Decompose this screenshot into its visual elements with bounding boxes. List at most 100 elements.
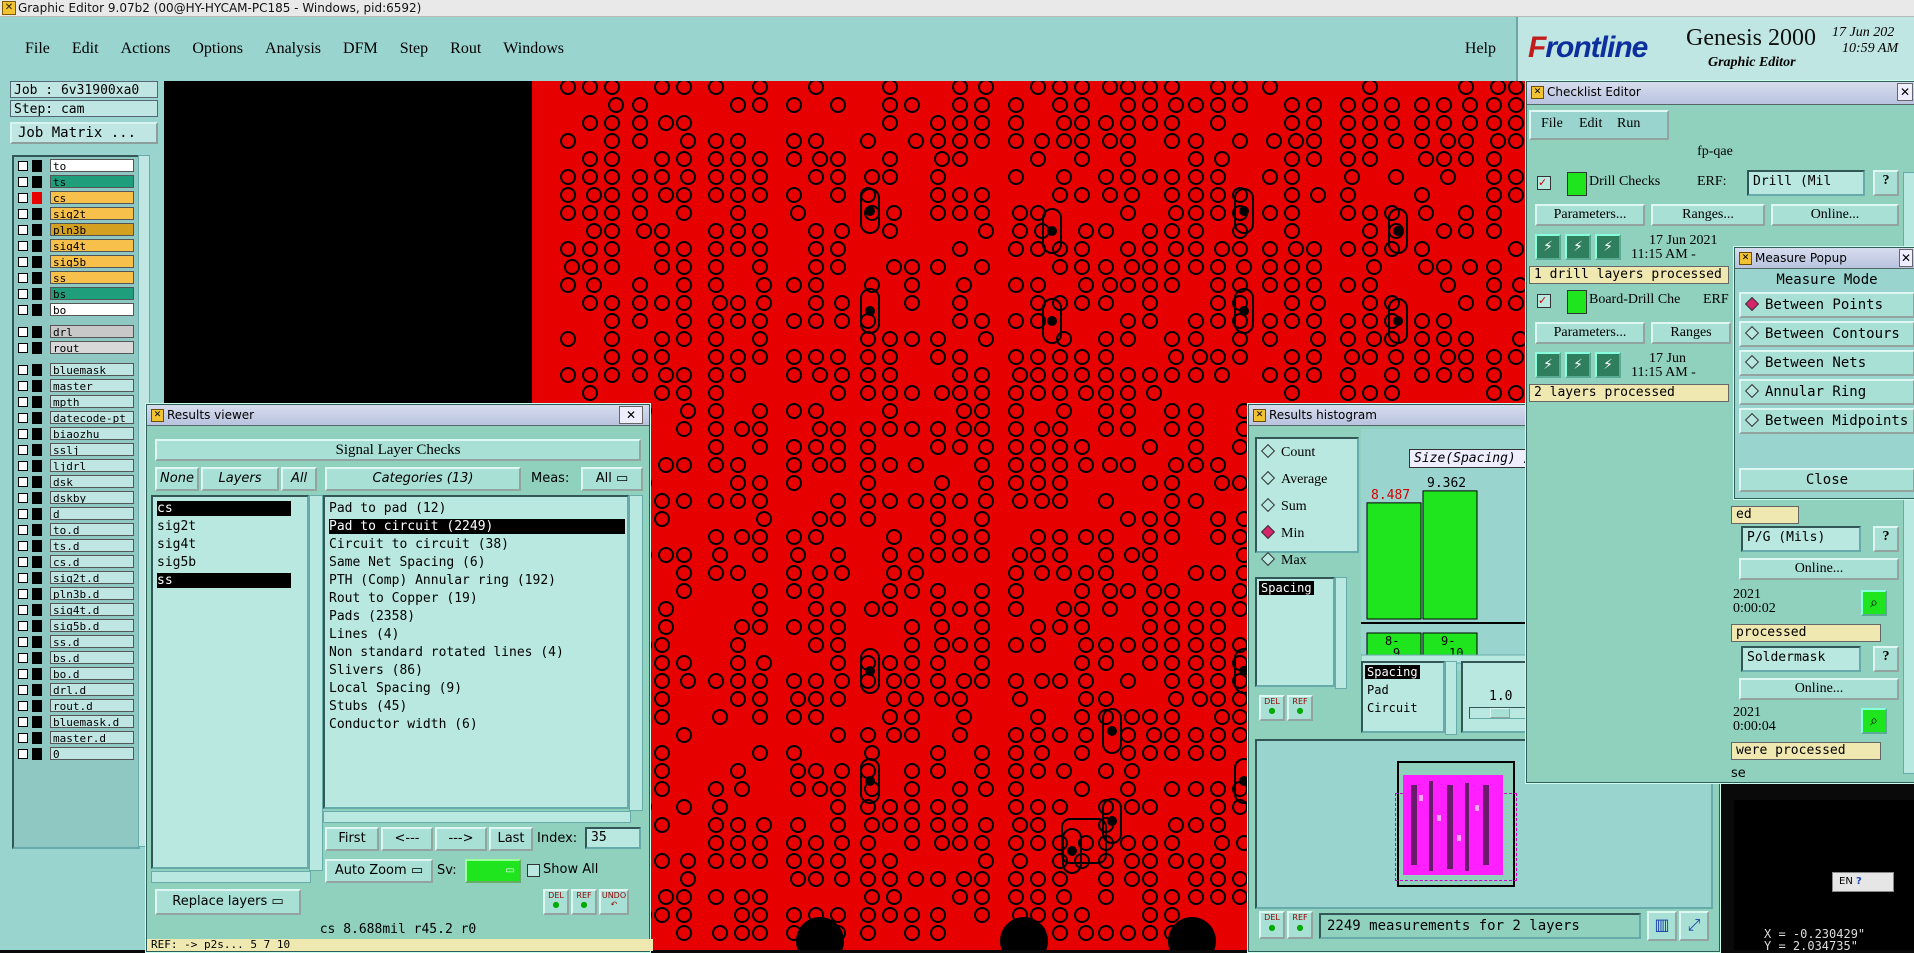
layer-row-0[interactable]: 0 xyxy=(14,747,134,761)
first-button[interactable]: First xyxy=(325,827,379,851)
job-matrix-button[interactable]: Job Matrix ... xyxy=(10,122,158,144)
board-drill-parameters-button[interactable]: Parameters... xyxy=(1535,322,1645,344)
layer-row-drl.d[interactable]: drl.d xyxy=(14,683,134,697)
category-item[interactable]: Rout to Copper (19) xyxy=(329,591,478,606)
layer-color-swatch[interactable] xyxy=(32,412,42,424)
layer-row-sig2t[interactable]: sig2t xyxy=(14,207,134,221)
measure-close-button[interactable]: Close xyxy=(1739,468,1914,492)
menu-help[interactable]: Help xyxy=(1465,17,1496,81)
menu-dfm[interactable]: DFM xyxy=(332,40,389,58)
layer-checkbox[interactable] xyxy=(18,257,28,267)
layer-checkbox[interactable] xyxy=(18,397,28,407)
result-layer-item[interactable]: cs xyxy=(157,501,291,516)
layer-row-sslj[interactable]: sslj xyxy=(14,443,134,457)
layer-row-ss[interactable]: ss xyxy=(14,271,134,285)
category-item[interactable]: Pad to circuit (2249) xyxy=(329,519,625,534)
layer-row-cs[interactable]: cs xyxy=(14,191,134,205)
mode-between-nets[interactable]: Between Nets xyxy=(1739,350,1914,376)
category-item[interactable]: Stubs (45) xyxy=(329,699,407,714)
layers-button[interactable]: Layers xyxy=(201,467,279,491)
layer-name[interactable]: bo.d xyxy=(50,667,134,680)
mode-annular-ring[interactable]: Annular Ring xyxy=(1739,379,1914,405)
attr-scrollbar[interactable] xyxy=(1335,577,1347,689)
categories-button[interactable]: Categories (13) xyxy=(325,467,521,491)
layer-color-swatch[interactable] xyxy=(32,524,42,536)
run-step-icon[interactable]: ⚡ xyxy=(1565,234,1591,260)
hist-del-button[interactable]: DEL ● xyxy=(1259,695,1285,721)
layer-checkbox[interactable] xyxy=(18,717,28,727)
del-button[interactable]: DEL ● xyxy=(543,889,569,915)
layer-color-swatch[interactable] xyxy=(32,508,42,520)
attr2-scrollbar[interactable] xyxy=(1445,661,1457,735)
layer-name[interactable]: sig2t xyxy=(50,207,134,220)
histogram-bar[interactable] xyxy=(1366,502,1422,620)
layer-row-sig2t.d[interactable]: sig2t.d xyxy=(14,571,134,585)
layer-row-rout[interactable]: rout xyxy=(14,341,134,355)
layer-checkbox[interactable] xyxy=(18,305,28,315)
histogram-zoom-icon-button[interactable]: ⤢ xyxy=(1679,911,1709,941)
layer-name[interactable]: pln3b.d xyxy=(50,587,134,600)
layer-color-swatch[interactable] xyxy=(32,668,42,680)
layer-color-swatch[interactable] xyxy=(32,256,42,268)
result-layer-item[interactable]: sig2t xyxy=(157,519,291,534)
drill-parameters-button[interactable]: Parameters... xyxy=(1535,204,1645,226)
layer-color-swatch[interactable] xyxy=(32,588,42,600)
layer-checkbox[interactable] xyxy=(18,605,28,615)
layer-color-swatch[interactable] xyxy=(32,224,42,236)
attr-spacing[interactable]: Spacing xyxy=(1259,581,1314,595)
layer-name[interactable]: ss xyxy=(50,271,134,284)
layer-name[interactable]: to.d xyxy=(50,523,134,536)
prev-button[interactable]: <--- xyxy=(381,827,433,851)
layer-color-swatch[interactable] xyxy=(32,272,42,284)
layer-color-swatch[interactable] xyxy=(32,160,42,172)
run-step-icon[interactable]: ⚡ xyxy=(1565,352,1591,378)
resolution-slider-handle[interactable] xyxy=(1490,708,1510,718)
layer-name[interactable]: ts.d xyxy=(50,539,134,552)
layer-color-swatch[interactable] xyxy=(32,556,42,568)
layer-name[interactable]: cs xyxy=(50,191,134,204)
menu-actions[interactable]: Actions xyxy=(110,40,182,58)
check4-erf-select[interactable]: P/G (Mils) xyxy=(1741,526,1861,552)
layer-checkbox[interactable] xyxy=(18,445,28,455)
layer-name[interactable]: master xyxy=(50,379,134,392)
layer-color-swatch[interactable] xyxy=(32,380,42,392)
language-bar[interactable]: EN ? xyxy=(1832,872,1894,892)
layer-row-mpth[interactable]: mpth xyxy=(14,395,134,409)
result-layer-item[interactable]: sig4t xyxy=(157,537,291,552)
layer-color-swatch[interactable] xyxy=(32,428,42,440)
layer-checkbox[interactable] xyxy=(18,541,28,551)
category-item[interactable]: Local Spacing (9) xyxy=(329,681,462,696)
layer-name[interactable]: ljdrl xyxy=(50,459,134,472)
layer-color-swatch[interactable] xyxy=(32,288,42,300)
layer-checkbox[interactable] xyxy=(18,573,28,583)
layer-checkbox[interactable] xyxy=(18,477,28,487)
layer-name[interactable]: 0 xyxy=(50,747,134,760)
layer-row-to.d[interactable]: to.d xyxy=(14,523,134,537)
layer-name[interactable]: sig5b xyxy=(50,255,134,268)
layer-checkbox[interactable] xyxy=(18,749,28,759)
layer-row-biaozhu[interactable]: biaozhu xyxy=(14,427,134,441)
layer-name[interactable]: mpth xyxy=(50,395,134,408)
stat-sum[interactable]: Sum xyxy=(1260,497,1307,515)
layer-name[interactable]: bo xyxy=(50,303,134,316)
layer-checkbox[interactable] xyxy=(18,225,28,235)
layer-checkbox[interactable] xyxy=(18,177,28,187)
check5-help-button[interactable]: ? xyxy=(1873,646,1899,672)
layer-checkbox[interactable] xyxy=(18,669,28,679)
layer-name[interactable]: master.d xyxy=(50,731,134,744)
check4-online-button[interactable]: Online... xyxy=(1739,558,1899,580)
layer-color-swatch[interactable] xyxy=(32,604,42,616)
layer-name[interactable]: bluemask.d xyxy=(50,715,134,728)
histogram-bar[interactable] xyxy=(1422,490,1478,620)
layer-checkbox[interactable] xyxy=(18,327,28,337)
run-icon[interactable]: ⚡ xyxy=(1535,234,1561,260)
close-icon[interactable]: ✕ xyxy=(1897,83,1913,101)
layer-checkbox[interactable] xyxy=(18,701,28,711)
layer-row-datecode-pt[interactable]: datecode-pt xyxy=(14,411,134,425)
layer-color-swatch[interactable] xyxy=(32,652,42,664)
drill-online-button[interactable]: Online... xyxy=(1771,204,1899,226)
board-drill-ranges-button[interactable]: Ranges xyxy=(1651,322,1731,344)
category-item[interactable]: Same Net Spacing (6) xyxy=(329,555,486,570)
index-input[interactable]: 35 xyxy=(585,827,641,849)
layer-color-swatch[interactable] xyxy=(32,176,42,188)
